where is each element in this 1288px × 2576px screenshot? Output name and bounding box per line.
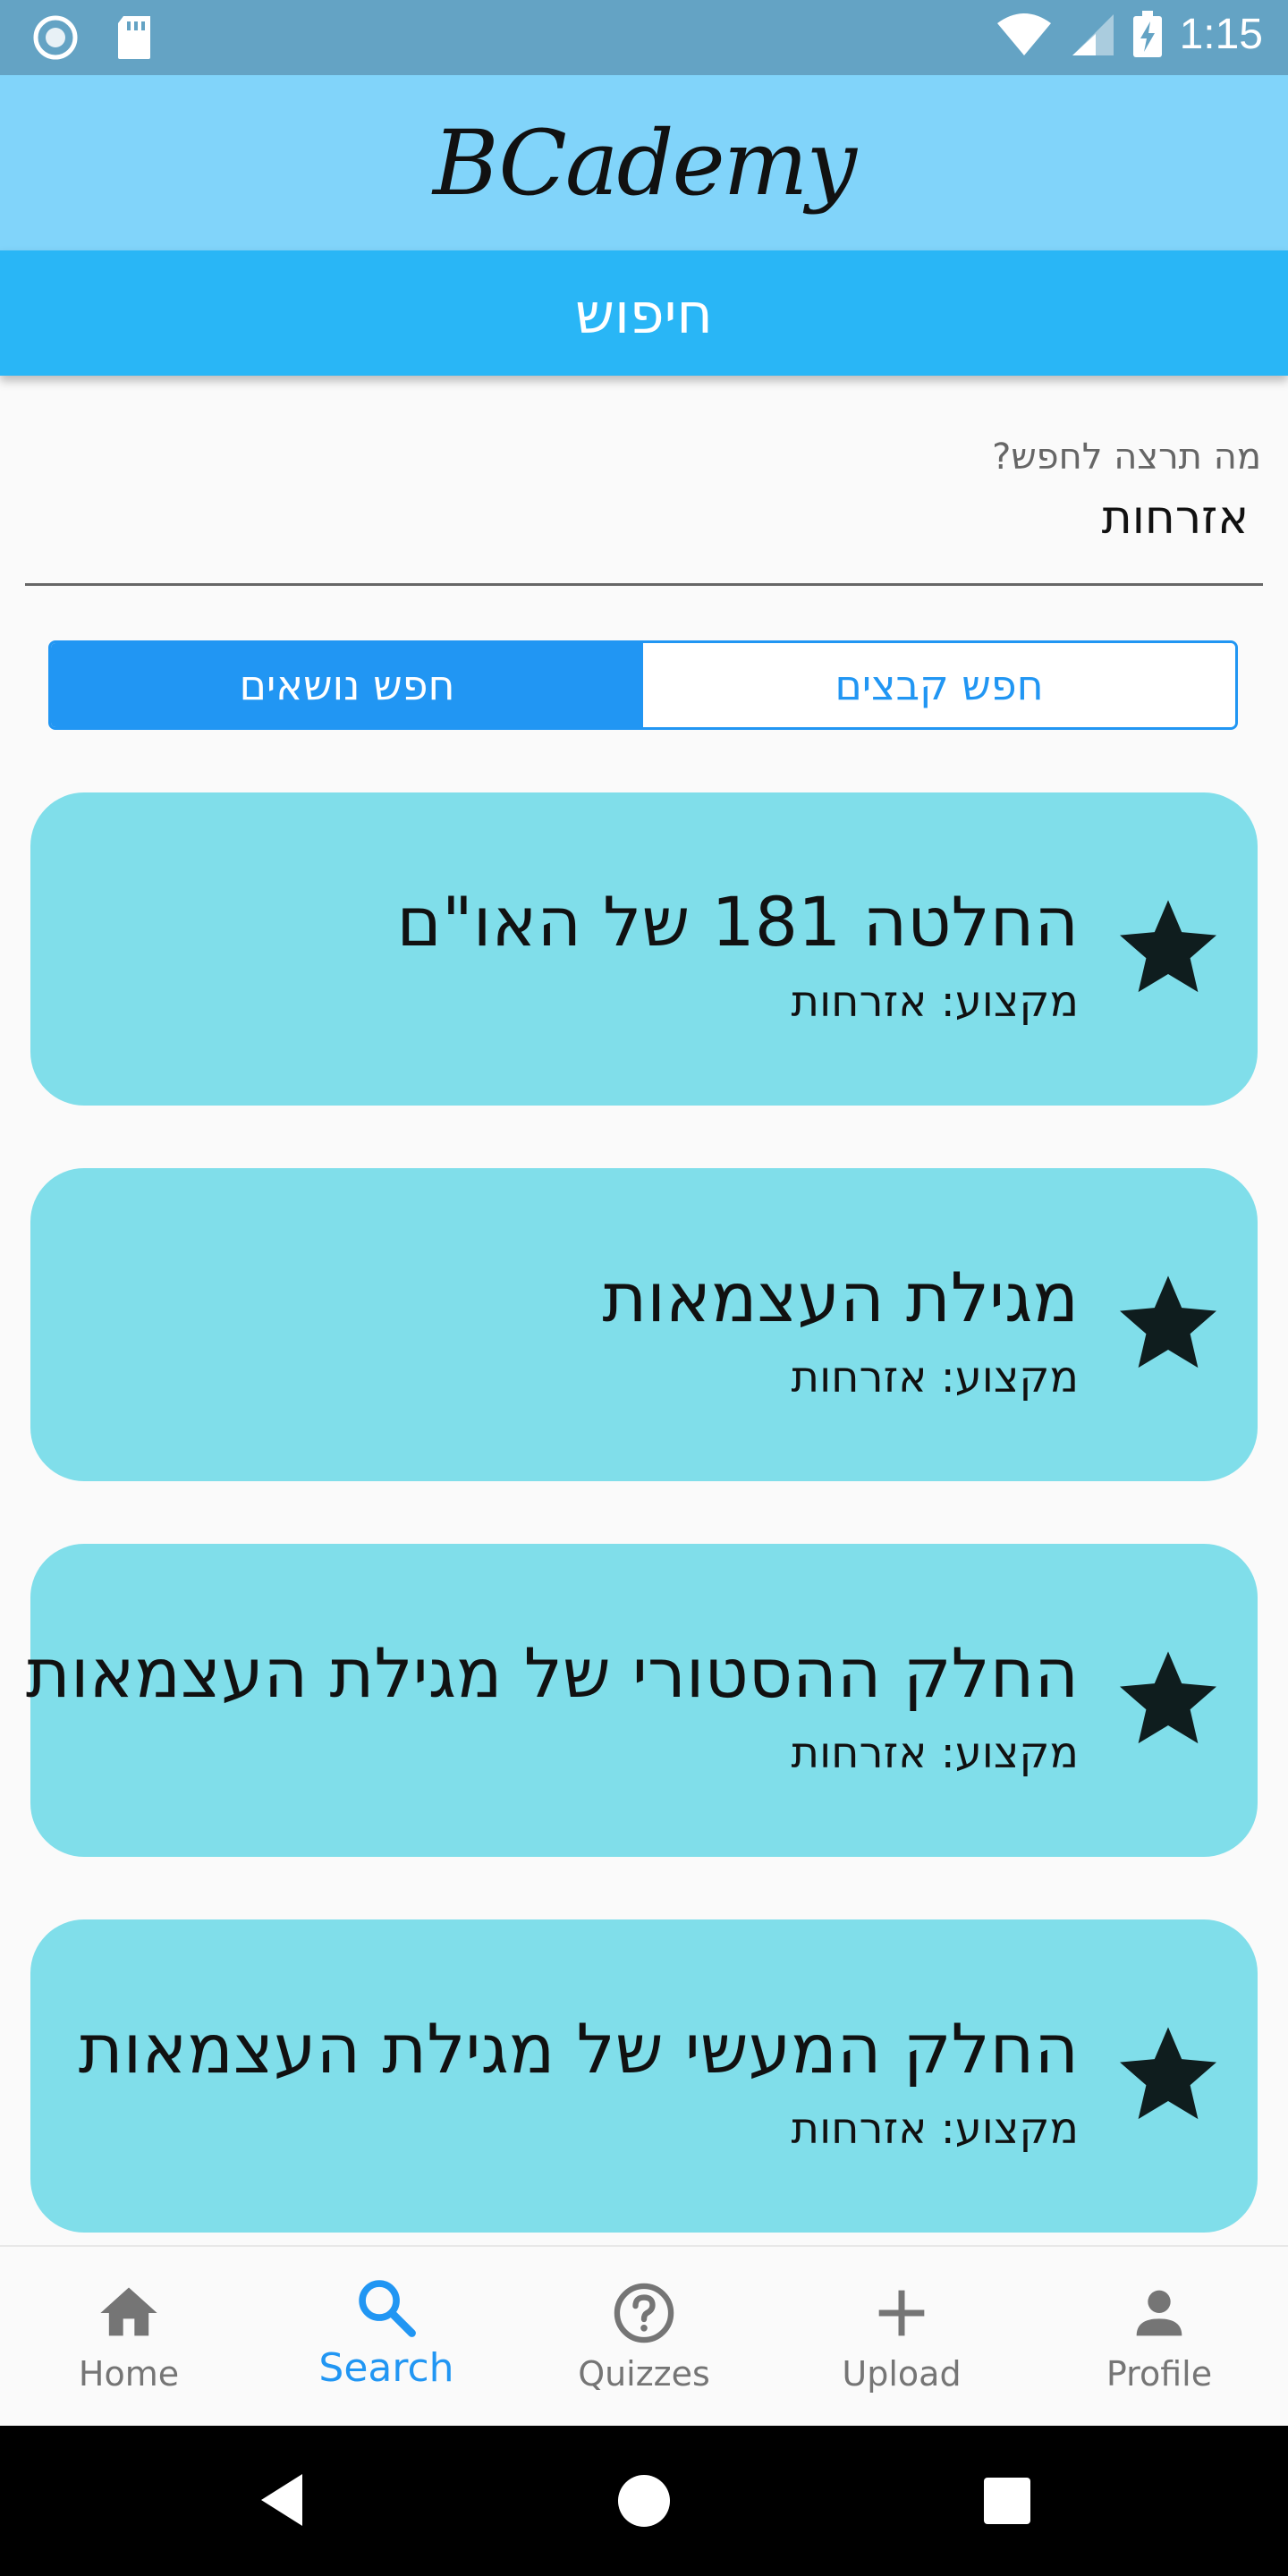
search-label: מה תרצה לחפש? xyxy=(992,436,1261,478)
nav-item-upload[interactable]: Upload xyxy=(773,2247,1030,2428)
search-files-button[interactable]: חפש קבצים xyxy=(643,643,1235,727)
star-icon[interactable] xyxy=(1113,1642,1224,1753)
app-header: BCademy xyxy=(0,75,1288,250)
plus-icon xyxy=(878,2290,925,2336)
result-card[interactable]: מגילת העצמאות מקצוע: אזרחות xyxy=(30,1168,1258,1481)
star-icon[interactable] xyxy=(1113,1267,1224,1377)
battery-charging-icon xyxy=(1132,11,1162,57)
bottom-nav: Home Search Quizzes Upload Profile xyxy=(0,2245,1288,2428)
help-circle-icon xyxy=(614,2283,674,2343)
home-circle-icon[interactable] xyxy=(617,2474,671,2528)
recents-icon[interactable] xyxy=(982,2476,1032,2526)
star-icon[interactable] xyxy=(1113,891,1224,1002)
result-card[interactable]: החלטה 181 של האו"ם מקצוע: אזרחות xyxy=(30,792,1258,1106)
record-icon xyxy=(33,15,78,60)
search-underline xyxy=(25,583,1263,586)
nav-label: Upload xyxy=(842,2354,962,2394)
result-card[interactable]: החלק ההסטורי של מגילת העצמאות מקצוע: אזר… xyxy=(26,1544,1258,1857)
result-title: החלק ההסטורי של מגילת העצמאות xyxy=(25,1633,1079,1713)
result-subject: מקצוע: אזרחות xyxy=(791,1728,1079,1778)
nav-item-search[interactable]: Search xyxy=(258,2247,515,2428)
page-title: חיפוש xyxy=(575,280,713,346)
person-icon xyxy=(1136,2290,1182,2336)
nav-item-quizzes[interactable]: Quizzes xyxy=(515,2247,773,2428)
search-icon xyxy=(359,2280,416,2337)
nav-label: Profile xyxy=(1106,2354,1213,2394)
result-title: החלק המעשי של מגילת העצמאות xyxy=(78,2009,1079,2089)
search-mode-toggle: חפש נושאים חפש קבצים xyxy=(48,640,1238,730)
result-subject: מקצוע: אזרחות xyxy=(791,977,1079,1027)
nav-label: Search xyxy=(318,2345,454,2391)
system-nav-bar xyxy=(0,2426,1288,2576)
back-icon[interactable] xyxy=(256,2470,309,2529)
wifi-icon xyxy=(996,13,1051,55)
status-bar: 1:15 xyxy=(0,0,1288,75)
nav-item-home[interactable]: Home xyxy=(0,2247,258,2428)
nav-item-profile[interactable]: Profile xyxy=(1030,2247,1288,2428)
title-bar: חיפוש xyxy=(0,250,1288,376)
nav-label: Home xyxy=(78,2354,180,2394)
sd-card-icon xyxy=(118,16,150,59)
status-time: 1:15 xyxy=(1179,10,1263,58)
result-title: מגילת העצמאות xyxy=(602,1258,1079,1337)
result-title: החלטה 181 של האו"ם xyxy=(396,882,1079,962)
signal-icon xyxy=(1072,14,1114,55)
home-icon xyxy=(100,2287,157,2336)
app-logo: BCademy xyxy=(433,110,857,216)
result-subject: מקצוע: אזרחות xyxy=(791,1352,1079,1402)
search-input[interactable] xyxy=(442,490,1250,546)
nav-label: Quizzes xyxy=(578,2354,710,2394)
star-icon[interactable] xyxy=(1113,2018,1224,2129)
result-subject: מקצוע: אזרחות xyxy=(791,2104,1079,2154)
result-card[interactable]: החלק המעשי של מגילת העצמאות מקצוע: אזרחו… xyxy=(30,1919,1258,2233)
search-topics-button[interactable]: חפש נושאים xyxy=(51,643,643,727)
